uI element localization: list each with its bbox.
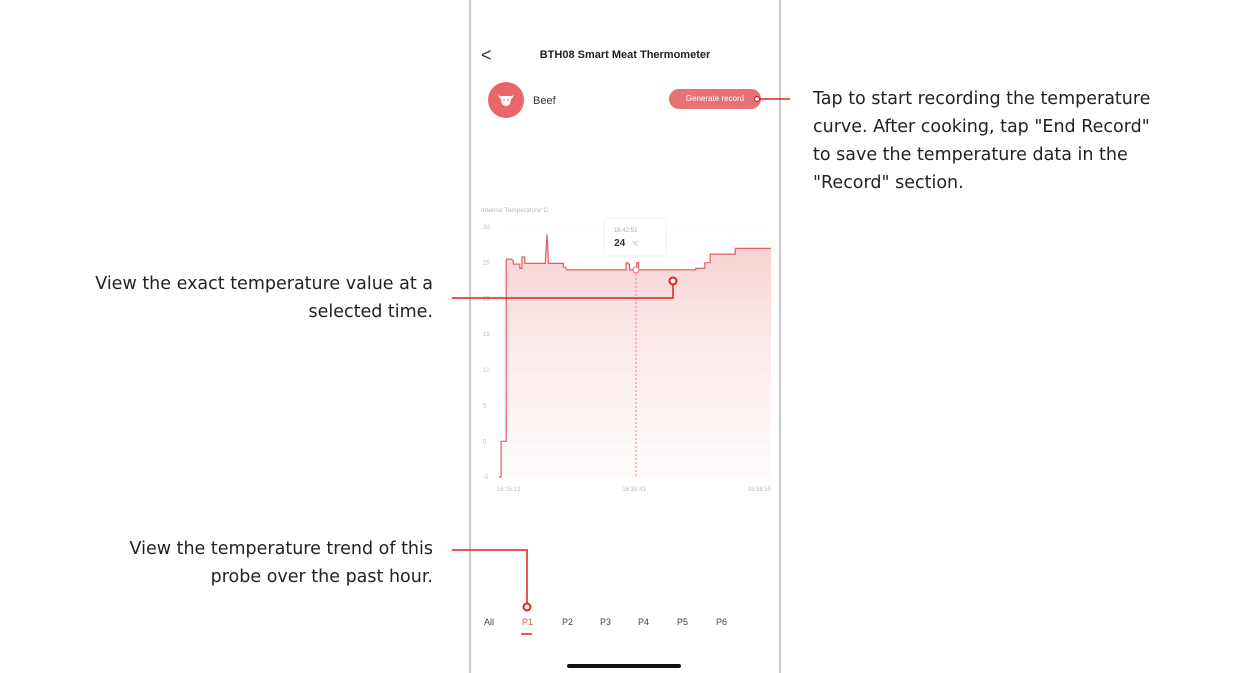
- note-line: probe over the past hour.: [210, 567, 433, 587]
- home-indicator: [567, 664, 681, 668]
- y-axis-ticks: 30 25 20 15 10 5 0 -5: [483, 225, 490, 481]
- temperature-chart[interactable]: Internal Temperature°C 30 25 20 15 10 5 0 -5 16…: [469, 200, 781, 500]
- note-line: "Record" section.: [813, 173, 964, 193]
- y-tick-label: 20: [483, 296, 490, 302]
- note-generate-record: Tap to start recording the temperature c…: [813, 85, 1253, 197]
- y-tick-label: 30: [483, 225, 490, 231]
- tab-p3[interactable]: P3: [600, 617, 611, 627]
- note-line: curve. After cooking, tap "End Record": [813, 117, 1150, 137]
- tooltip-value: 24: [614, 238, 626, 249]
- x-tick-label: 16:35:43: [622, 487, 646, 493]
- y-tick-label: 25: [483, 261, 490, 267]
- y-tick-label: -5: [483, 475, 489, 481]
- note-line: Tap to start recording the temperature: [813, 89, 1151, 109]
- y-tick-label: 15: [483, 332, 490, 338]
- y-axis-label: Internal Temperature°C: [481, 206, 548, 214]
- tooltip-unit: ℃: [632, 242, 639, 248]
- x-tick-label: 16:15:12: [497, 487, 521, 493]
- tab-p4[interactable]: P4: [638, 617, 649, 627]
- tab-all[interactable]: All: [484, 617, 494, 627]
- note-line: selected time.: [308, 302, 433, 322]
- note-line: View the temperature trend of this: [129, 539, 434, 559]
- generate-record-button[interactable]: Generate record: [669, 89, 761, 109]
- tab-p2[interactable]: P2: [562, 617, 573, 627]
- tab-p1[interactable]: P1: [522, 617, 533, 627]
- cow-head-icon: [488, 82, 524, 118]
- y-tick-label: 10: [483, 368, 490, 374]
- note-trend: View the temperature trend of this probe…: [0, 535, 434, 591]
- x-tick-label: 16:58:55: [748, 487, 772, 493]
- note-exact-value: View the exact temperature value at a se…: [0, 270, 433, 326]
- note-line: to save the temperature data in the: [813, 145, 1128, 165]
- tab-p6[interactable]: P6: [716, 617, 727, 627]
- y-tick-label: 0: [483, 439, 487, 445]
- active-tab-indicator: [521, 633, 532, 635]
- meat-name: Beef: [533, 95, 556, 107]
- selected-point-marker[interactable]: [632, 266, 640, 274]
- value-tooltip: 16:42:51 24 ℃: [603, 217, 667, 257]
- y-tick-label: 5: [483, 404, 487, 410]
- probe-tabs: All P1 P2 P3 P4 P5 P6: [471, 617, 779, 637]
- note-line: View the exact temperature value at a: [95, 274, 433, 294]
- tab-p5[interactable]: P5: [677, 617, 688, 627]
- x-axis-ticks: 16:15:12 16:35:43 16:58:55: [497, 487, 772, 493]
- tooltip-time: 16:42:51: [614, 228, 638, 234]
- nav-bar: < BTH08 Smart Meat Thermometer: [471, 44, 779, 68]
- page-title: BTH08 Smart Meat Thermometer: [539, 49, 711, 61]
